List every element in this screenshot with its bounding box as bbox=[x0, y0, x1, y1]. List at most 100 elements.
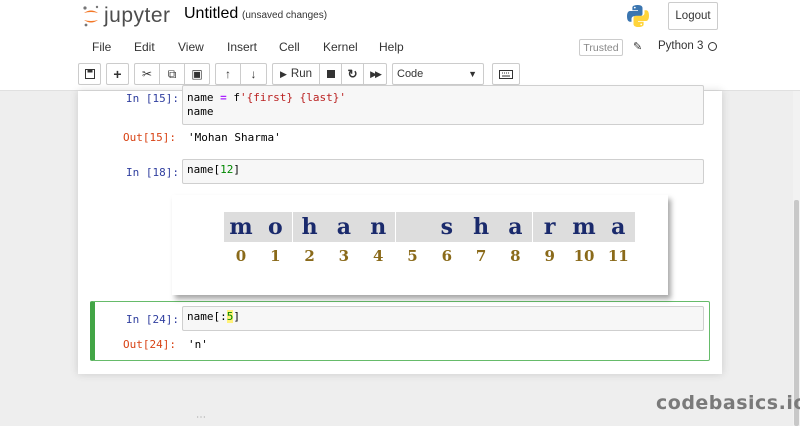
save-button[interactable] bbox=[79, 64, 100, 84]
diagram-letter-cell: a bbox=[498, 212, 533, 242]
cell-output: 'Mohan Sharma' bbox=[188, 131, 281, 144]
diagram-letter-cell: a bbox=[601, 212, 636, 242]
copy-icon: ⧉ bbox=[167, 66, 177, 81]
diagram-letter-cell: h bbox=[292, 212, 327, 242]
code-input[interactable]: name[12] bbox=[182, 159, 704, 184]
save-status: (unsaved changes) bbox=[242, 10, 328, 21]
logout-button[interactable]: Logout bbox=[668, 2, 718, 30]
code-operator: = bbox=[220, 91, 227, 104]
diagram-letter-cell: o bbox=[258, 212, 293, 242]
cell-type-value: Code bbox=[397, 68, 424, 80]
diagram-index-label: 3 bbox=[338, 247, 350, 265]
restart-run-all-button[interactable]: ▶▶ bbox=[364, 64, 386, 84]
move-up-button[interactable]: ↑ bbox=[216, 64, 241, 84]
diagram-index-label: 6 bbox=[441, 247, 453, 265]
watermark: codebasics.io bbox=[656, 392, 800, 414]
copy-button[interactable]: ⧉ bbox=[160, 64, 185, 84]
pencil-icon[interactable]: ✎ bbox=[633, 40, 642, 53]
in-prompt: In [24]: bbox=[126, 313, 179, 326]
move-down-icon: ↓ bbox=[250, 67, 257, 81]
diagram-index-label: 2 bbox=[304, 247, 315, 265]
restart-icon: ↻ bbox=[347, 67, 358, 81]
kernel-status-icon bbox=[708, 42, 717, 51]
add-cell-button[interactable]: + bbox=[107, 64, 128, 84]
cut-icon: ✂ bbox=[141, 67, 153, 81]
out-prompt: Out[15]: bbox=[123, 131, 176, 144]
restart-button[interactable]: ↻ bbox=[342, 64, 364, 84]
code-text: f bbox=[226, 91, 240, 104]
code-text: ] bbox=[233, 163, 240, 176]
diagram-index-label: 0 bbox=[235, 247, 247, 265]
save-icon bbox=[84, 69, 95, 79]
diagram-index-label: 9 bbox=[544, 247, 555, 265]
jupyter-logo-icon bbox=[82, 5, 100, 27]
diagram-index-label: 1 bbox=[270, 247, 281, 265]
notebook-header: jupyter Untitled (unsaved changes) Logou… bbox=[0, 0, 800, 91]
stop-icon bbox=[326, 70, 335, 78]
diagram-index-label: 7 bbox=[475, 247, 487, 265]
run-button[interactable]: ▶ Run bbox=[273, 64, 320, 84]
menu-bar: File Edit View Insert Cell Kernel Help bbox=[78, 35, 722, 61]
ellipsis-icon: ⋯ bbox=[196, 412, 206, 423]
code-text: name[ bbox=[187, 163, 221, 176]
keyboard-group bbox=[492, 63, 520, 85]
diagram-letter-cell: a bbox=[326, 212, 361, 242]
diagram-index-label: 4 bbox=[372, 247, 384, 265]
code-text: ] bbox=[233, 310, 240, 323]
command-palette-button[interactable] bbox=[493, 64, 519, 84]
code-input[interactable]: name[:5] bbox=[182, 306, 704, 331]
python-logo-icon bbox=[626, 4, 650, 28]
paste-icon: ▣ bbox=[191, 67, 203, 81]
code-input[interactable]: name = f'{first} {last}' name bbox=[182, 85, 704, 125]
out-prompt: Out[24]: bbox=[123, 338, 176, 351]
menu-cell[interactable]: Cell bbox=[279, 40, 300, 54]
save-group bbox=[78, 63, 101, 85]
jupyter-logo[interactable]: jupyter bbox=[82, 3, 171, 29]
cut-button[interactable]: ✂ bbox=[135, 64, 160, 84]
in-prompt: In [15]: bbox=[126, 92, 179, 105]
string-index-diagram bbox=[172, 195, 668, 295]
menu-help[interactable]: Help bbox=[379, 40, 404, 54]
diagram-index-label: 8 bbox=[510, 247, 521, 265]
jupyter-logo-text: jupyter bbox=[104, 4, 171, 27]
stop-button[interactable] bbox=[320, 64, 342, 84]
menu-file[interactable]: File bbox=[92, 40, 111, 54]
cell-type-select[interactable]: Code ▼ bbox=[392, 63, 484, 85]
code-line: name bbox=[187, 105, 214, 118]
keyboard-icon bbox=[499, 69, 513, 79]
kernel-name[interactable]: Python 3 bbox=[658, 40, 703, 52]
diagram-index-label: 10 bbox=[573, 247, 595, 265]
trusted-badge[interactable]: Trusted bbox=[579, 39, 623, 56]
menu-insert[interactable]: Insert bbox=[227, 40, 257, 54]
code-line: name = f'{first} {last}' bbox=[187, 91, 699, 105]
diagram-index-label: 11 bbox=[607, 247, 629, 265]
clipboard-group: ✂ ⧉ ▣ bbox=[134, 63, 210, 85]
paste-button[interactable]: ▣ bbox=[185, 64, 209, 84]
diagram-letter-cell: m bbox=[224, 212, 258, 242]
insert-group: + bbox=[106, 63, 129, 85]
move-down-button[interactable]: ↓ bbox=[241, 64, 266, 84]
move-group: ↑ ↓ bbox=[215, 63, 267, 85]
diagram-letter-cell: r bbox=[532, 212, 567, 242]
menu-kernel[interactable]: Kernel bbox=[323, 40, 358, 54]
menu-edit[interactable]: Edit bbox=[134, 40, 155, 54]
run-label: Run bbox=[290, 68, 313, 80]
diagram-letter-cell: n bbox=[361, 212, 396, 242]
diagram-letter-cell: m bbox=[567, 212, 601, 242]
code-text: name[: bbox=[187, 310, 227, 323]
run-icon: ▶ bbox=[279, 68, 287, 79]
add-cell-icon: + bbox=[113, 66, 122, 82]
notebook-title[interactable]: Untitled bbox=[184, 5, 238, 23]
run-group: ▶ Run ↻ ▶▶ bbox=[272, 63, 387, 85]
diagram-letter-cell bbox=[395, 212, 430, 242]
diagram-letter-cell: s bbox=[429, 212, 464, 242]
menu-view[interactable]: View bbox=[178, 40, 204, 54]
code-string: '{first} {last}' bbox=[240, 91, 346, 104]
diagram-index-label: 5 bbox=[407, 247, 418, 265]
chevron-down-icon: ▼ bbox=[468, 69, 477, 79]
diagram-letter-cell: h bbox=[464, 212, 499, 242]
move-up-icon: ↑ bbox=[225, 67, 231, 81]
cell-output: 'n' bbox=[188, 338, 208, 351]
in-prompt: In [18]: bbox=[126, 166, 179, 179]
code-number: 12 bbox=[220, 163, 234, 176]
